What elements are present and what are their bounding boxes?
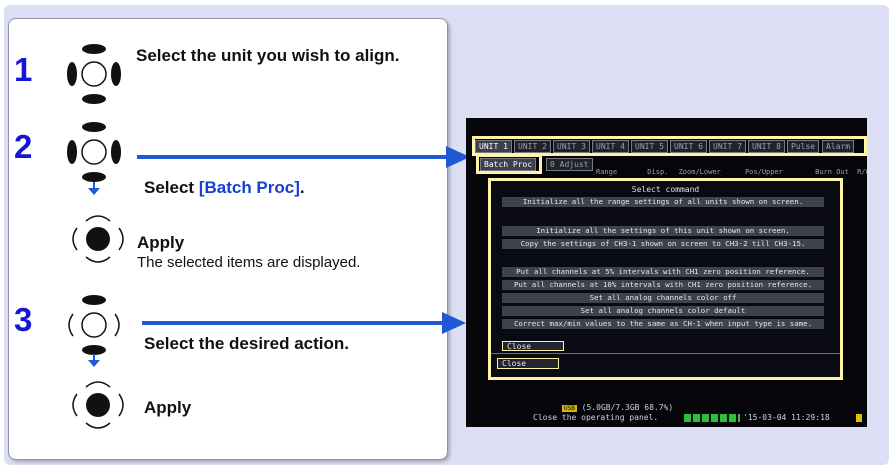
command-item[interactable]: Initialize all the settings of this unit… — [502, 226, 824, 236]
batch-proc-highlight-frame — [476, 154, 542, 174]
dial-knob-icon — [68, 295, 120, 355]
arrow-to-command-list — [142, 321, 446, 325]
device-screen: UNIT 1 UNIT 2 UNIT 3 UNIT 4 UNIT 5 UNIT … — [466, 118, 867, 427]
channel-indicators — [684, 414, 740, 422]
dial-knob-icon — [67, 122, 121, 182]
panel-close-button[interactable]: Close — [497, 358, 559, 369]
step-1-number: 1 — [14, 51, 33, 88]
tabs-highlight-frame — [472, 136, 867, 156]
command-item[interactable]: Set all analog channels color default — [502, 306, 824, 316]
arrowhead-icon — [442, 312, 466, 334]
command-item[interactable]: Initialize all the range settings of all… — [502, 197, 824, 207]
dial-knob-icon — [67, 44, 121, 104]
enter-button-icon — [72, 381, 124, 429]
dialog-divider — [491, 353, 840, 354]
command-item[interactable]: Copy the settings of CH3-1 shown on scre… — [502, 239, 824, 249]
step-1-text: Select the unit you wish to align. — [136, 46, 400, 65]
batch-proc-highlight: [Batch Proc] — [198, 178, 300, 197]
down-arrow-icon — [88, 182, 100, 195]
arrow-to-batch-proc — [137, 155, 450, 159]
enter-button-icon — [72, 215, 124, 263]
command-item[interactable]: Put all channels at 10% intervals with C… — [502, 280, 824, 290]
zero-adjust-button[interactable]: 0 Adjust — [546, 158, 593, 171]
storage-status: USB (5.0GB/7.3GB 68.7%) — [562, 403, 674, 412]
command-item[interactable]: Put all channels at 5% intervals with CH… — [502, 267, 824, 277]
timestamp: '15-03-04 11:29:18 — [743, 413, 830, 422]
step-3-number: 3 — [14, 301, 33, 338]
step-2-apply-label: Apply — [137, 233, 185, 252]
step-3-apply-label: Apply — [144, 398, 192, 417]
step-2-number: 2 — [14, 128, 33, 165]
command-item[interactable]: Correct max/min values to the same as CH… — [502, 319, 824, 329]
dialog-close-button[interactable]: Close — [502, 341, 564, 351]
step-3-text: Select the desired action. — [144, 334, 350, 353]
select-command-dialog: Select command Initialize all the range … — [488, 178, 843, 380]
command-item[interactable]: Set all analog channels color off — [502, 293, 824, 303]
step-2-text: Select [Batch Proc]. — [144, 178, 305, 197]
column-headers: Range Disp. Zoom/Lower Pos/Upper Burn Ou… — [596, 168, 867, 176]
usb-badge: USB — [562, 405, 577, 412]
down-arrow-icon — [88, 354, 100, 367]
dialog-title: Select command — [631, 185, 700, 194]
battery-icon — [856, 414, 862, 422]
step-2-apply-note: The selected items are displayed. — [137, 254, 361, 271]
